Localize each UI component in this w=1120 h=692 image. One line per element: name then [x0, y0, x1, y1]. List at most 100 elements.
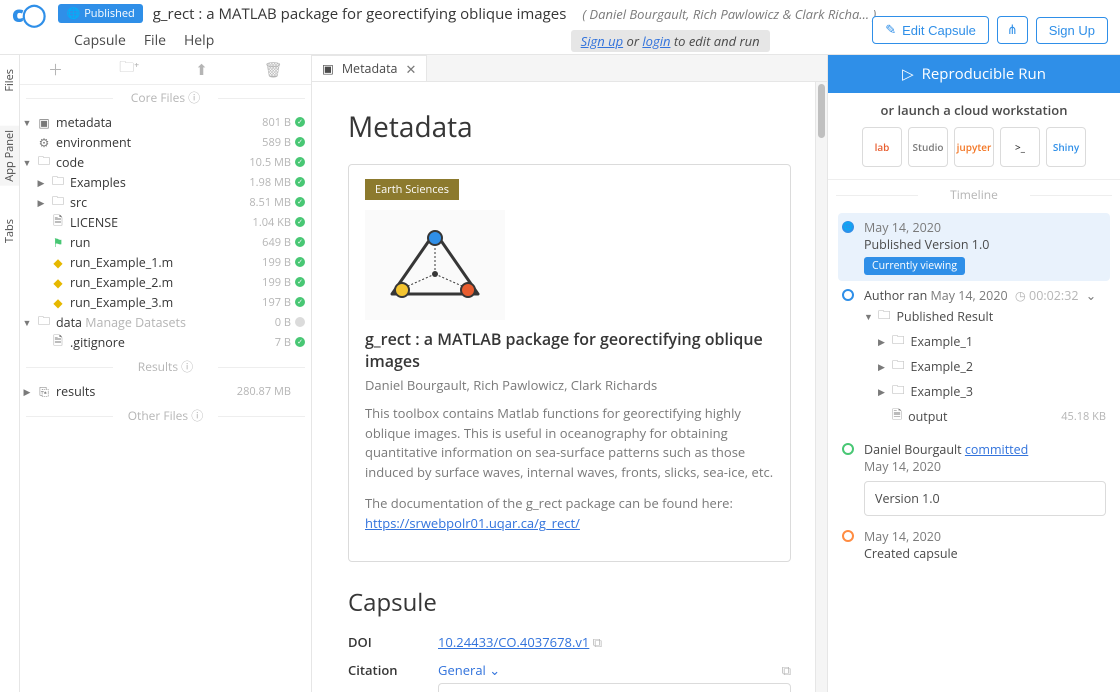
add-icon[interactable]: ＋: [48, 59, 63, 80]
upload-icon[interactable]: ⬆: [195, 60, 208, 80]
file-icon: ◆: [50, 274, 66, 291]
timeline-item-published[interactable]: 🌐 May 14, 2020 Published Version 1.0 Cur…: [838, 213, 1110, 281]
doi-link[interactable]: 10.24433/CO.4037678.v1: [438, 633, 589, 651]
close-icon[interactable]: ✕: [405, 60, 416, 78]
file-row-Examples[interactable]: ▶🗀Examples1.98 MB✓: [22, 172, 305, 192]
signup-button[interactable]: Sign Up: [1036, 17, 1108, 44]
share-icon: ⋔: [1007, 22, 1018, 38]
capsule-title: g_rect : a MATLAB package for georectify…: [153, 4, 567, 24]
caret-icon: ▼: [22, 116, 32, 129]
file-row-run_Example_2.m[interactable]: ◆run_Example_2.m199 B✓: [22, 272, 305, 292]
scrollbar[interactable]: [815, 82, 827, 692]
new-folder-icon[interactable]: 🗀⁺: [119, 57, 139, 82]
citation-label: Citation: [348, 661, 412, 679]
edit-capsule-button[interactable]: ✎ Edit Capsule: [872, 16, 989, 44]
workstation->_[interactable]: >_: [1000, 127, 1040, 167]
result-folder-Example_1[interactable]: ▶🗀Example_1: [864, 329, 1106, 354]
file-row-.gitignore[interactable]: 🗎.gitignore7 B✓: [22, 332, 305, 352]
info-icon[interactable]: ⓘ: [188, 89, 200, 106]
file-row-run[interactable]: ⚑run649 B✓: [22, 232, 305, 252]
metadata-icon: ▣: [322, 60, 334, 77]
currently-viewing-pill: Currently viewing: [864, 257, 965, 275]
menu-file[interactable]: File: [144, 31, 166, 50]
file-icon: ◆: [50, 254, 66, 271]
file-icon: ⚑: [50, 234, 66, 251]
rail-tabs[interactable]: Tabs: [0, 215, 19, 247]
chevron-down-icon[interactable]: ⌄: [1086, 287, 1096, 304]
timeline: 🌐 May 14, 2020 Published Version 1.0 Cur…: [828, 209, 1120, 692]
file-row-LICENSE[interactable]: 🗎LICENSE1.04 KB✓: [22, 212, 305, 232]
workstation-jupyter[interactable]: jupyter: [954, 127, 994, 167]
scrollbar-thumb[interactable]: [818, 84, 825, 138]
file-icon: ▣: [36, 114, 52, 131]
tab-metadata[interactable]: ▣ Metadata ✕: [312, 55, 427, 81]
caret-icon: ▼: [22, 156, 32, 169]
file-row-run_Example_1.m[interactable]: ◆run_Example_1.m199 B✓: [22, 252, 305, 272]
workstation-shiny[interactable]: Shiny: [1046, 127, 1086, 167]
file-icon: 🗀: [36, 312, 52, 333]
section-results: Results ⓘ: [20, 354, 311, 379]
reproducible-run-button[interactable]: ▷ Reproducible Run: [828, 55, 1120, 93]
file-icon: 🗎: [50, 212, 66, 233]
workstation-studio[interactable]: Studio: [908, 127, 948, 167]
folder-icon: 🗀: [892, 356, 905, 377]
result-folder-Example_3[interactable]: ▶🗀Example_3: [864, 379, 1106, 404]
right-panel: ▷ Reproducible Run or launch a cloud wor…: [827, 55, 1120, 692]
file-row-src[interactable]: ▶🗀src8.51 MB✓: [22, 192, 305, 212]
status-dot: [295, 317, 305, 327]
illustration: [365, 210, 505, 320]
launch-label: or launch a cloud workstation: [828, 93, 1120, 127]
edit-hint: Sign up or login to edit and run: [571, 30, 770, 52]
status-dot: ✓: [295, 277, 305, 287]
copy-icon[interactable]: ⧉: [593, 633, 602, 651]
status-dot: ✓: [295, 197, 305, 207]
status-dot: ✓: [295, 137, 305, 147]
play-icon: ▷: [902, 64, 914, 84]
copy-icon[interactable]: ⧉: [782, 661, 791, 679]
doc-heading: Metadata: [348, 108, 791, 146]
tag-chip: Earth Sciences: [365, 179, 459, 200]
file-icon: 🗀: [36, 152, 52, 173]
caret-icon: ▶: [36, 176, 46, 189]
share-button[interactable]: ⋔: [997, 16, 1028, 44]
workstation-lab[interactable]: lab: [862, 127, 902, 167]
info-icon[interactable]: ⓘ: [181, 358, 193, 375]
trash-icon[interactable]: 🗑: [264, 60, 283, 80]
file-icon: 🗎: [50, 332, 66, 353]
file-row-metadata[interactable]: ▼▣metadata801 B✓: [22, 112, 305, 132]
info-icon[interactable]: ⓘ: [191, 407, 203, 424]
meta-description: This toolbox contains Matlab functions f…: [365, 404, 774, 482]
timeline-dot-icon: [842, 530, 854, 542]
status-dot: ✓: [295, 217, 305, 227]
timeline-dot-icon: 🌐: [842, 221, 854, 233]
globe-icon: 🌐: [66, 6, 80, 21]
committed-link[interactable]: committed: [965, 441, 1028, 458]
rail-files[interactable]: Files: [0, 65, 19, 96]
timeline-item-run[interactable]: Author ran May 14, 2020 ◷ 00:02:32 ⌄ ▼🗀P…: [838, 281, 1110, 435]
timeline-item-created[interactable]: May 14, 2020 Created capsule: [838, 522, 1110, 568]
file-row-environment[interactable]: ⚙environment589 B✓: [22, 132, 305, 152]
signup-link[interactable]: Sign up: [581, 32, 623, 50]
caret-icon: ▶: [36, 196, 46, 209]
citation-mode-dropdown[interactable]: General ⌄: [438, 661, 500, 679]
timeline-heading: Timeline: [828, 180, 1120, 209]
menu-capsule[interactable]: Capsule: [74, 31, 126, 50]
app-logo[interactable]: c◯: [12, 0, 44, 29]
login-link[interactable]: login: [642, 32, 670, 50]
result-folder-Example_2[interactable]: ▶🗀Example_2: [864, 354, 1106, 379]
status-dot: ✓: [295, 157, 305, 167]
file-row-run_Example_3.m[interactable]: ◆run_Example_3.m197 B✓: [22, 292, 305, 312]
meta-doc-link-line: The documentation of the g_rect package …: [365, 494, 774, 533]
file-row-code[interactable]: ▼🗀code10.5 MB✓: [22, 152, 305, 172]
timeline-item-commit[interactable]: Daniel Bourgault committed May 14, 2020 …: [838, 435, 1110, 522]
document-area: Metadata Earth Sciences g_rect :: [312, 82, 827, 692]
clock-icon: ◷: [1015, 287, 1026, 304]
doc-link[interactable]: https://srwebpolr01.uqar.ca/g_rect/: [365, 514, 580, 532]
status-dot: ✓: [295, 177, 305, 187]
file-row-data[interactable]: ▼🗀data Manage Datasets0 B: [22, 312, 305, 332]
file-row-results[interactable]: ▶⎘results280.87 MB: [22, 381, 305, 401]
status-dot: ✓: [295, 297, 305, 307]
workstation-row: labStudiojupyter>_Shiny: [828, 127, 1120, 180]
rail-app-panel[interactable]: App Panel: [0, 126, 19, 186]
menu-help[interactable]: Help: [184, 31, 214, 50]
